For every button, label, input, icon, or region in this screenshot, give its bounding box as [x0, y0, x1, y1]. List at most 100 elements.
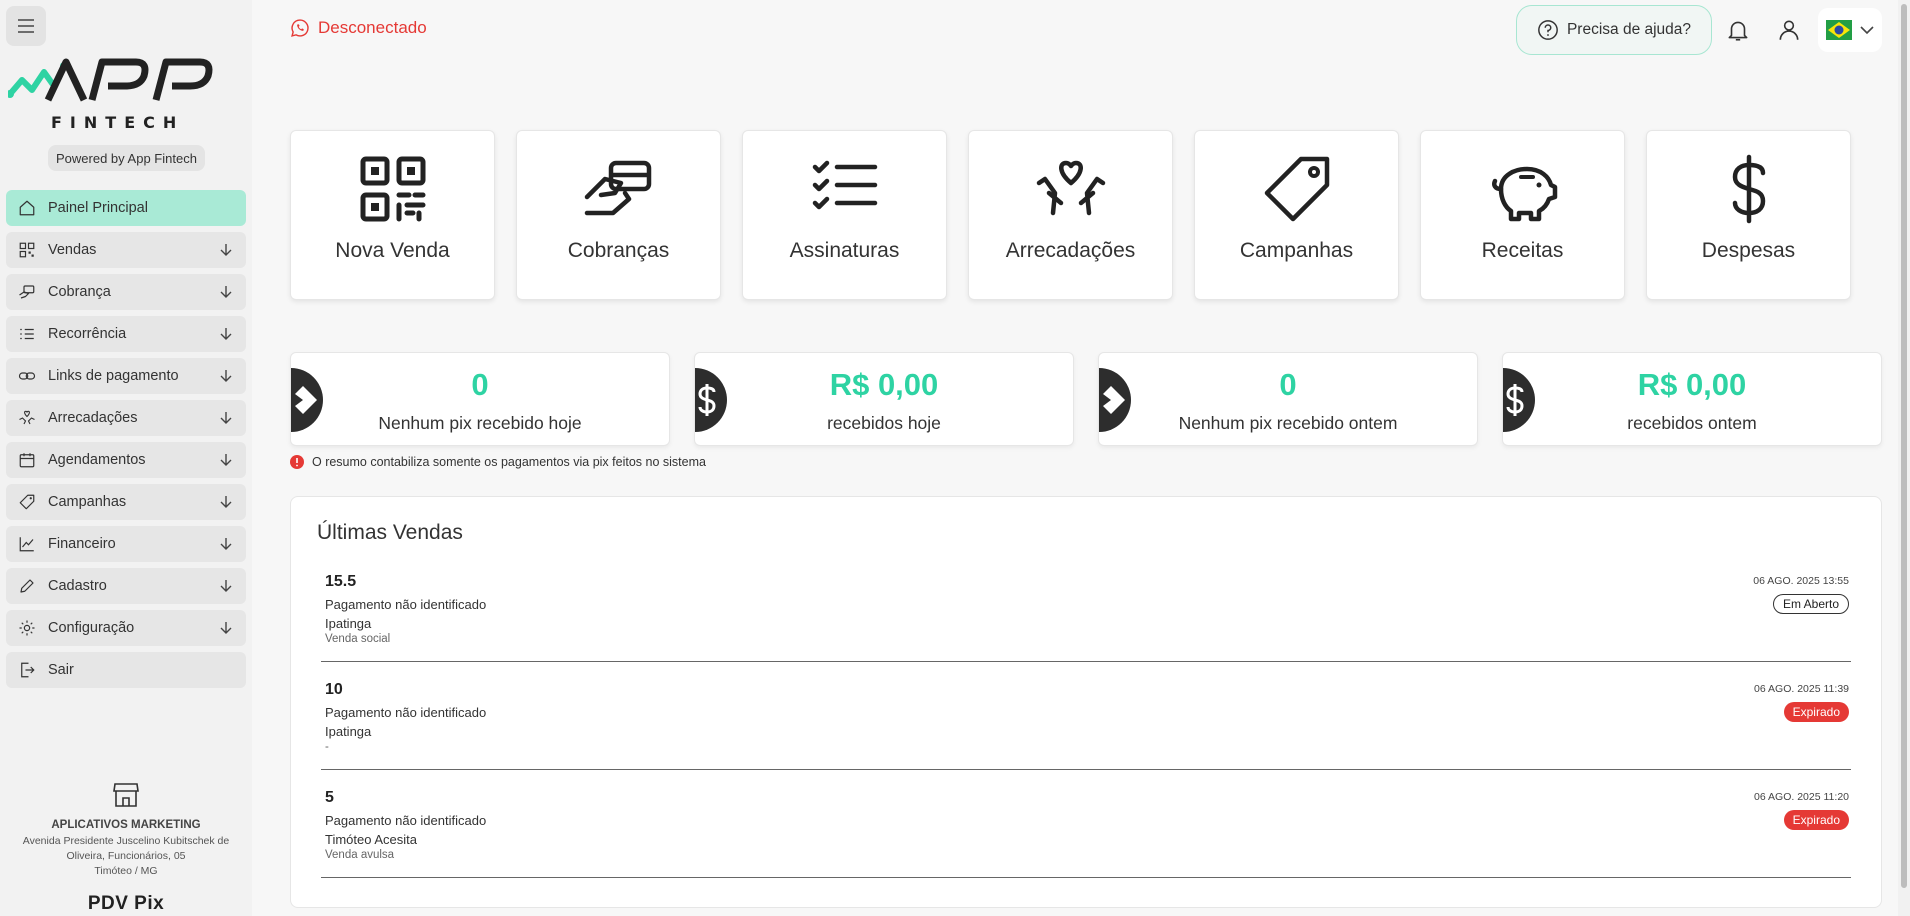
- latest-sales-title: Últimas Vendas: [317, 521, 463, 544]
- stat-card-amount-yesterday: R$ 0,00 recebidos ontem: [1502, 352, 1882, 446]
- sidebar-item-financeiro[interactable]: Financeiro: [6, 526, 246, 562]
- qrcode-icon: [360, 156, 425, 222]
- quick-action-label: Campanhas: [1239, 239, 1354, 262]
- sidebar-item-label: Painel Principal: [48, 200, 148, 216]
- help-button[interactable]: Precisa de ajuda?: [1516, 5, 1712, 55]
- app-logo: FINTECH: [6, 56, 248, 132]
- sidebar-item-label: Links de pagamento: [48, 368, 179, 384]
- donation-icon: [1036, 160, 1105, 216]
- language-selector[interactable]: [1818, 8, 1882, 52]
- sale-date: 06 AGO. 2025 11:20: [1754, 791, 1849, 803]
- sale-date: 06 AGO. 2025 13:55: [1753, 575, 1849, 587]
- arrow-down-icon: [220, 412, 232, 424]
- sidebar-item-label: Campanhas: [48, 494, 127, 510]
- arrow-down-icon: [220, 370, 232, 382]
- sidebar-item-links-de-pagamento[interactable]: Links de pagamento: [6, 358, 246, 394]
- stat-value: 0: [1279, 367, 1297, 402]
- sidebar-item-campanhas[interactable]: Campanhas: [6, 484, 246, 520]
- connection-status-text: Desconectado: [318, 18, 427, 37]
- quick-action-assinaturas[interactable]: Assinaturas: [742, 130, 947, 300]
- sale-city: Ipatinga: [325, 616, 372, 631]
- sale-description: Pagamento não identificado: [325, 813, 487, 828]
- sidebar-item-configuracao[interactable]: Configuração: [6, 610, 246, 646]
- arrow-down-icon: [220, 328, 232, 340]
- sidebar-item-agendamentos[interactable]: Agendamentos: [6, 442, 246, 478]
- sale-city: Timóteo Acesita: [325, 832, 418, 847]
- home-icon: [18, 199, 36, 217]
- sale-city: Ipatinga: [325, 724, 372, 739]
- arrow-down-icon: [220, 244, 232, 256]
- sidebar: FINTECH Powered by App Fintech Painel Pr…: [0, 0, 252, 916]
- qrcode-icon: [18, 241, 36, 259]
- logout-icon: [18, 661, 36, 679]
- sale-description: Pagamento não identificado: [325, 705, 487, 720]
- sale-list-item[interactable]: 15.5 Pagamento não identificado Ipatinga…: [321, 567, 1851, 662]
- stat-value: R$ 0,00: [829, 367, 939, 402]
- tag-icon: [18, 493, 36, 511]
- quick-action-despesas[interactable]: Despesas: [1646, 130, 1851, 300]
- hand-card-icon: [584, 160, 651, 216]
- sidebar-item-recorrencia[interactable]: Recorrência: [6, 316, 246, 352]
- sidebar-item-label: Cobrança: [48, 284, 111, 300]
- pencil-icon: [18, 577, 36, 595]
- sidebar-item-sair[interactable]: Sair: [6, 652, 246, 688]
- quick-action-label: Receitas: [1481, 239, 1564, 262]
- alert-icon: [290, 455, 304, 469]
- sale-list-item[interactable]: 5 Pagamento não identificado Timóteo Ace…: [321, 783, 1851, 878]
- summary-stats: 0 Nenhum pix recebido hoje R$ 0,00 receb…: [290, 352, 1882, 446]
- dollar-icon: [1732, 154, 1765, 224]
- sidebar-item-cadastro[interactable]: Cadastro: [6, 568, 246, 604]
- sidebar-item-arrecadacoes[interactable]: Arrecadações: [6, 400, 246, 436]
- sidebar-item-label: Vendas: [48, 242, 97, 258]
- quick-action-label: Assinaturas: [789, 239, 900, 262]
- stat-card-pix-today: 0 Nenhum pix recebido hoje: [290, 352, 670, 446]
- quick-action-arrecadacoes[interactable]: Arrecadações: [968, 130, 1173, 300]
- arrow-down-icon: [220, 622, 232, 634]
- quick-action-campanhas[interactable]: Campanhas: [1194, 130, 1399, 300]
- sidebar-item-label: Cadastro: [48, 578, 107, 594]
- stat-value: R$ 0,00: [1637, 367, 1747, 402]
- status-badge: Expirado: [1783, 810, 1849, 830]
- sidebar-item-label: Sair: [48, 662, 74, 678]
- sidebar-item-vendas[interactable]: Vendas: [6, 232, 246, 268]
- arrow-down-icon: [220, 286, 232, 298]
- sidebar-item-label: Recorrência: [48, 326, 127, 342]
- menu-toggle-button[interactable]: [6, 6, 46, 46]
- sidebar-item-label: Agendamentos: [48, 452, 146, 468]
- arrow-down-icon: [220, 496, 232, 508]
- list-icon: [18, 325, 36, 343]
- sale-list-item[interactable]: 10 Pagamento não identificado Ipatinga -…: [321, 675, 1851, 770]
- app-name: PDV Pix: [87, 893, 165, 914]
- user-profile-button[interactable]: [1776, 17, 1802, 43]
- sidebar-item-cobranca[interactable]: Cobrança: [6, 274, 246, 310]
- quick-action-label: Despesas: [1701, 239, 1796, 262]
- sidebar-item-label: Financeiro: [48, 536, 116, 552]
- quick-actions: Nova Venda Cobranças Assinaturas Arrecad…: [290, 130, 1851, 300]
- page-scrollbar[interactable]: [1898, 0, 1910, 916]
- connection-status[interactable]: Desconectado: [290, 18, 427, 38]
- arrow-down-icon: [220, 538, 232, 550]
- sidebar-item-painel-principal[interactable]: Painel Principal: [6, 190, 246, 226]
- scrollbar-thumb[interactable]: [1901, 4, 1907, 888]
- quick-action-receitas[interactable]: Receitas: [1420, 130, 1625, 300]
- powered-by-badge: Powered by App Fintech: [48, 145, 205, 171]
- store-address: Avenida Presidente Juscelino Kubitschek …: [22, 835, 230, 862]
- donation-icon: [18, 409, 36, 427]
- sale-amount: 10: [325, 681, 343, 698]
- store-city: Timóteo / MG: [94, 865, 158, 877]
- notifications-button[interactable]: [1725, 17, 1751, 43]
- stat-label: Nenhum pix recebido ontem: [1178, 413, 1398, 433]
- quick-action-label: Nova Venda: [335, 239, 450, 262]
- quick-action-nova-venda[interactable]: Nova Venda: [290, 130, 495, 300]
- logo-text: FINTECH: [51, 113, 184, 132]
- tag-icon: [1264, 156, 1329, 222]
- sale-type: Venda avulsa: [325, 849, 395, 861]
- sidebar-item-label: Configuração: [48, 620, 135, 636]
- quick-action-cobrancas[interactable]: Cobranças: [516, 130, 721, 300]
- status-badge: Em Aberto: [1772, 594, 1849, 614]
- calendar-icon: [18, 451, 36, 469]
- bell-icon: [1728, 21, 1748, 41]
- stat-card-pix-yesterday: 0 Nenhum pix recebido ontem: [1098, 352, 1478, 446]
- hand-card-icon: [18, 283, 36, 301]
- gear-icon: [18, 619, 36, 637]
